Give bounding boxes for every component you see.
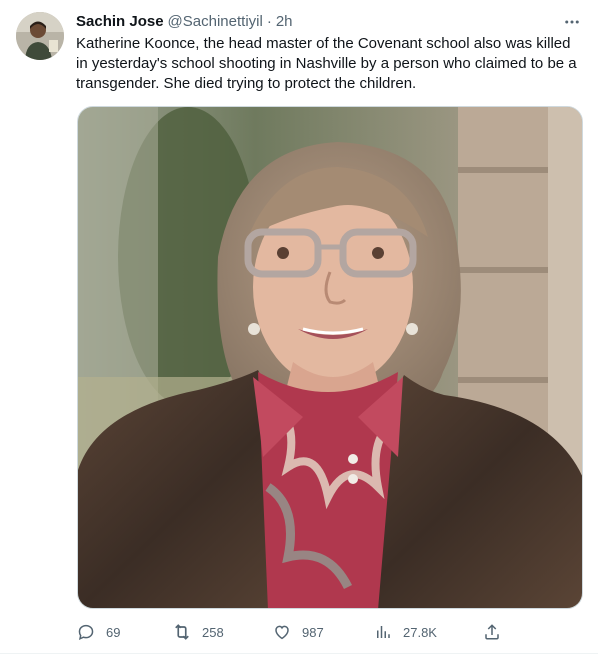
like-count: 987 — [302, 624, 324, 640]
author-handle[interactable]: @Sachinettiyil — [168, 12, 263, 32]
views-count: 27.8K — [403, 624, 437, 640]
action-bar: 69 258 987 27.8K — [76, 620, 506, 644]
tweet-header: Sachin Jose @Sachinettiyil · 2h — [76, 12, 293, 32]
like-button[interactable]: 987 — [272, 620, 324, 644]
reply-button[interactable]: 69 — [76, 620, 120, 644]
share-button[interactable] — [482, 620, 502, 644]
like-icon — [272, 622, 292, 642]
retweet-icon — [172, 622, 192, 642]
views-button[interactable]: 27.8K — [373, 620, 437, 644]
tweet-photo[interactable] — [77, 106, 583, 609]
tweet[interactable]: Sachin Jose @Sachinettiyil · 2h Katherin… — [0, 0, 598, 654]
separator-dot: · — [266, 13, 272, 30]
views-icon — [373, 622, 393, 642]
retweet-count: 258 — [202, 624, 224, 640]
author-name[interactable]: Sachin Jose — [76, 12, 164, 32]
share-icon — [482, 622, 502, 642]
more-options-icon[interactable] — [560, 10, 584, 34]
reply-icon — [76, 622, 96, 642]
retweet-button[interactable]: 258 — [172, 620, 224, 644]
avatar[interactable] — [16, 12, 64, 60]
reply-count: 69 — [106, 624, 121, 640]
tweet-text: Katherine Koonce, the head master of the… — [76, 35, 577, 92]
timestamp[interactable]: 2h — [276, 12, 293, 32]
